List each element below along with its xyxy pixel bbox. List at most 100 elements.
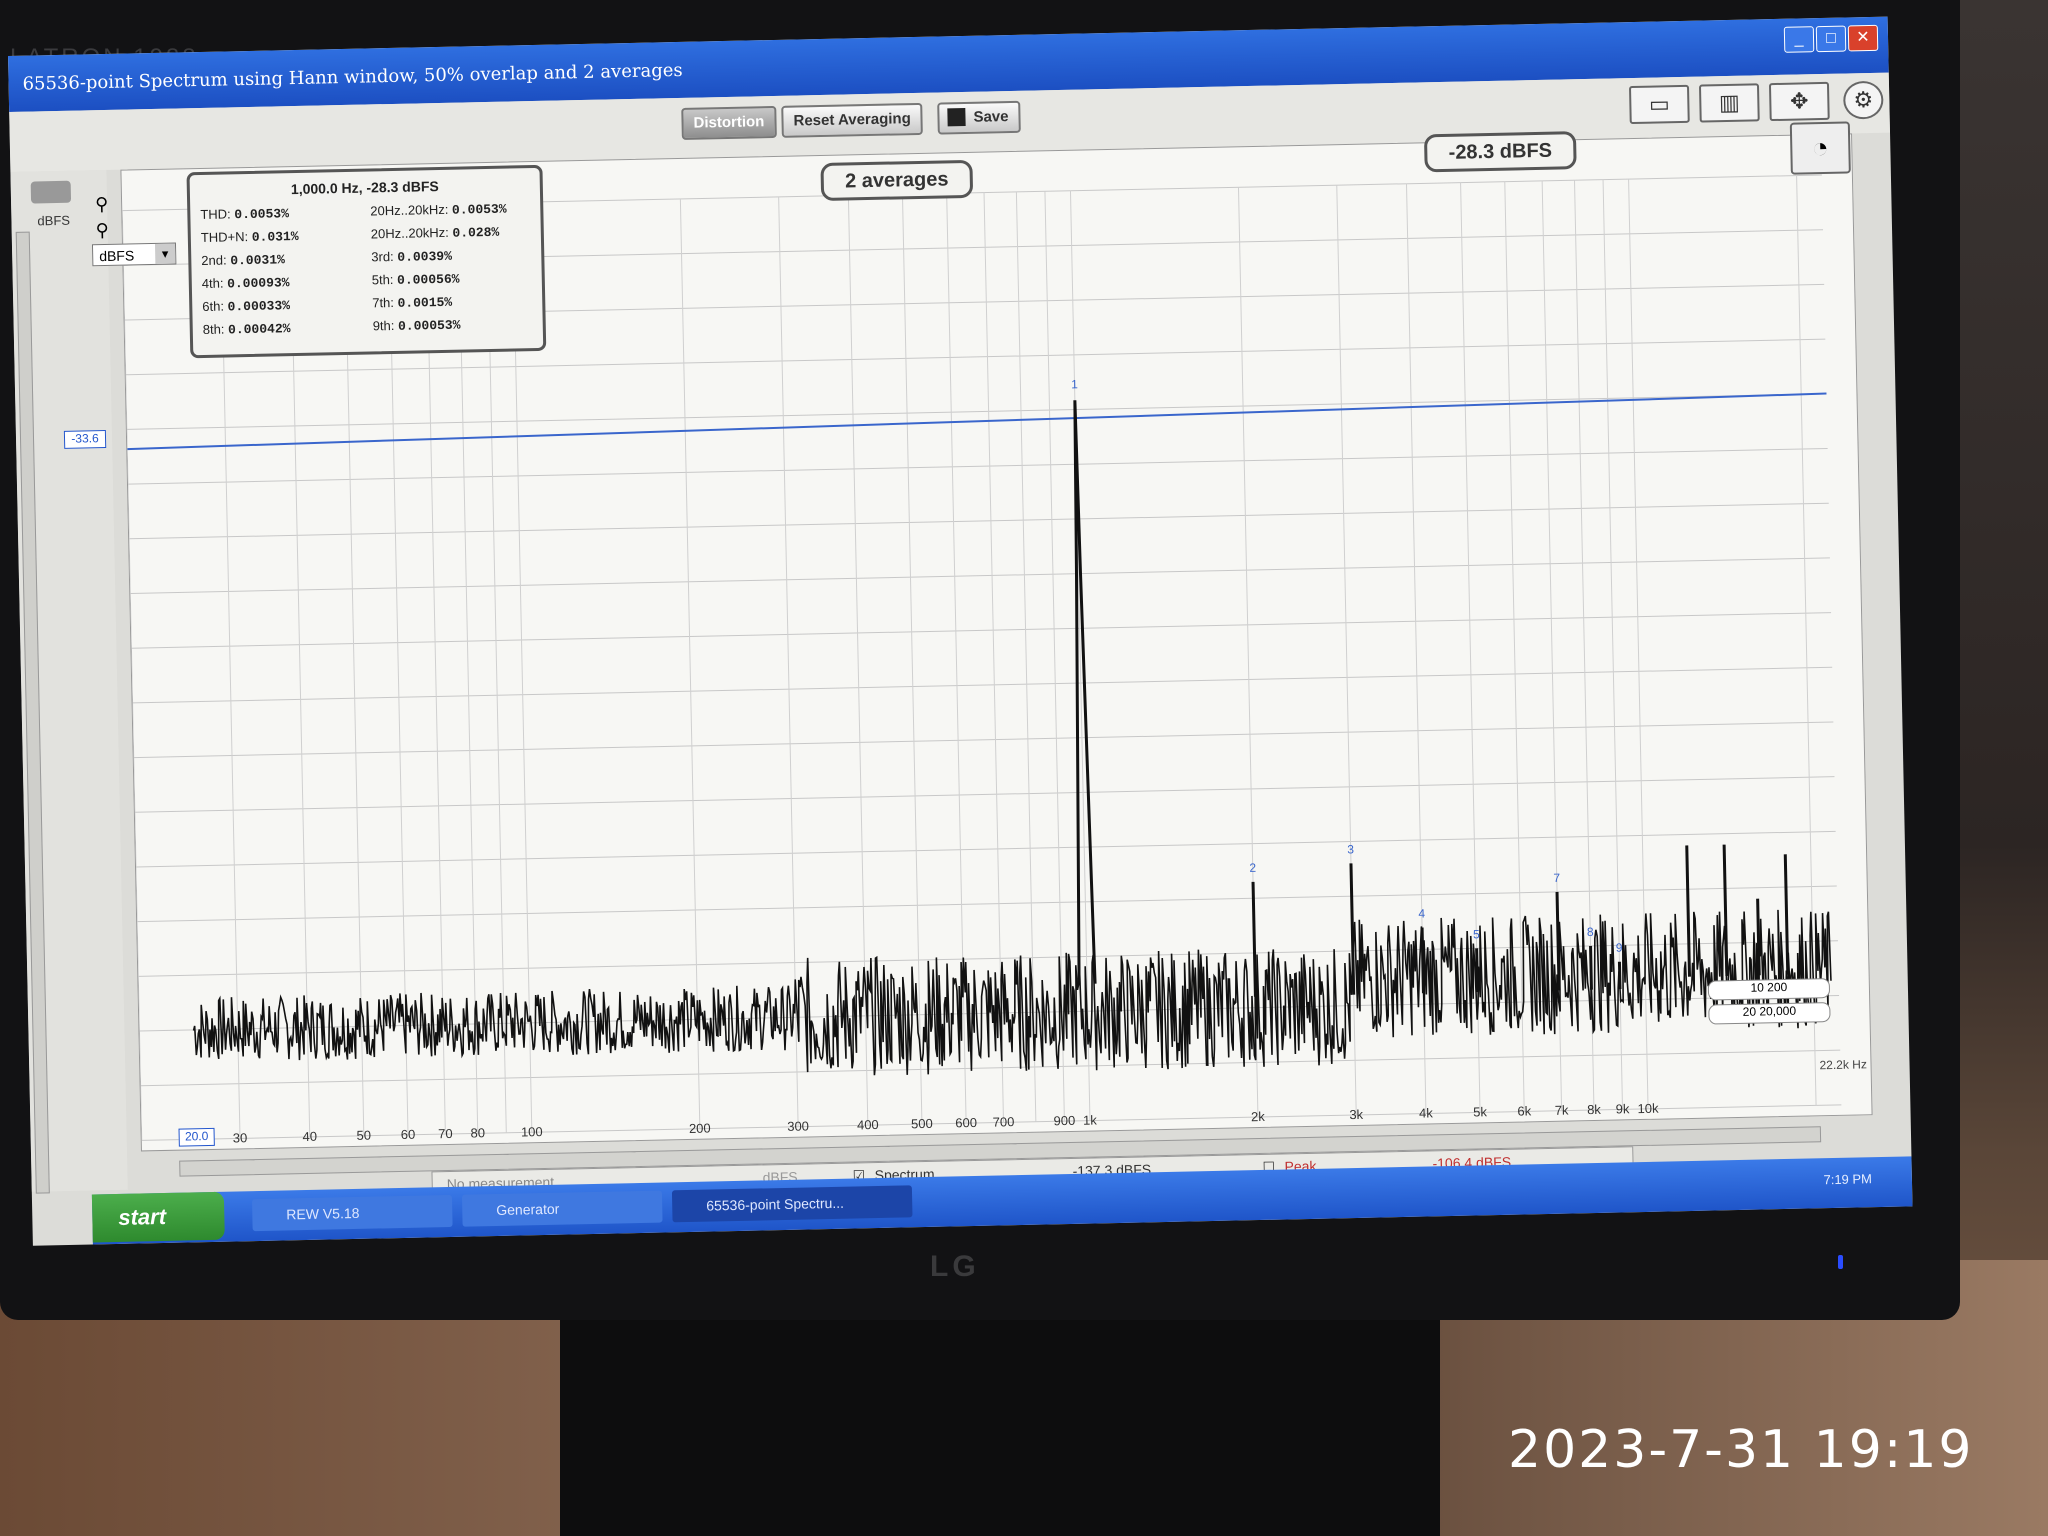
spur-peak bbox=[1756, 898, 1761, 976]
info-row-left: THD: 0.0053% bbox=[200, 206, 290, 223]
zoom-in-icon[interactable]: ⚲ bbox=[95, 194, 109, 215]
save-button[interactable]: Save bbox=[937, 100, 1021, 135]
info-value: 0.00053% bbox=[397, 317, 461, 334]
y-gridline bbox=[127, 448, 1828, 485]
y-tick-label: -40 bbox=[121, 476, 122, 492]
info-value: 0.0053% bbox=[234, 206, 290, 223]
y-gridline bbox=[126, 393, 1827, 430]
monitor-brand-logo: LG bbox=[930, 1250, 980, 1283]
info-row-right: 20Hz..20kHz: 0.028% bbox=[370, 224, 500, 242]
spur-peak bbox=[1685, 845, 1692, 977]
info-row-left: 4th: 0.00093% bbox=[201, 275, 290, 292]
harmonic-label: 3 bbox=[1347, 842, 1354, 856]
harmonic-peak bbox=[1617, 961, 1622, 990]
info-row-right: 3rd: 0.0039% bbox=[371, 248, 453, 265]
unit-select[interactable]: dBFS ▼ bbox=[91, 242, 177, 267]
task-rew[interactable]: REW V5.18 bbox=[251, 1194, 453, 1232]
unit-select-value: dBFS bbox=[99, 247, 135, 265]
y-tick-label: -100 bbox=[121, 804, 129, 821]
start-button[interactable]: start bbox=[91, 1191, 225, 1243]
info-row-left: 2nd: 0.0031% bbox=[201, 252, 286, 269]
left-controls: dBFS bbox=[10, 169, 128, 1194]
info-row-right: 5th: 0.00056% bbox=[371, 271, 460, 288]
close-button[interactable]: ✕ bbox=[1847, 24, 1879, 52]
screen: 65536-point Spectrum using Hann window, … bbox=[8, 16, 1913, 1246]
save-icon bbox=[947, 107, 966, 127]
y-tick-label: -50 bbox=[121, 531, 123, 547]
info-row-left: 8th: 0.00042% bbox=[202, 321, 291, 338]
y-tick-label: -80 bbox=[121, 695, 127, 711]
x-tick-label: 300 bbox=[787, 1118, 809, 1133]
x-gridline bbox=[121, 210, 143, 1141]
info-value: 0.0015% bbox=[397, 294, 453, 311]
taskbar-clock: 7:19 PM bbox=[1823, 1171, 1873, 1188]
x-tick-label: 1k bbox=[1083, 1112, 1098, 1127]
distortion-button[interactable]: Distortion bbox=[681, 105, 777, 140]
harmonic-peak bbox=[1589, 945, 1593, 990]
range-button-1[interactable]: 10 200 bbox=[1707, 978, 1831, 1001]
x-gridline bbox=[1044, 191, 1065, 1122]
info-value: 0.0039% bbox=[397, 248, 453, 265]
save-label: Save bbox=[973, 108, 1009, 126]
x-tick-label: 3k bbox=[1349, 1107, 1364, 1122]
info-value: 0.028% bbox=[452, 224, 500, 241]
x-tick-label: 2k bbox=[1251, 1109, 1266, 1124]
info-row-right: 20Hz..20kHz: 0.0053% bbox=[370, 201, 507, 219]
zoom-out-icon[interactable]: ⚲ bbox=[95, 220, 109, 241]
info-value: 0.00033% bbox=[227, 298, 291, 315]
info-value: 0.031% bbox=[251, 228, 299, 245]
y-gridline bbox=[140, 1049, 1841, 1087]
x-tick-label: 500 bbox=[911, 1116, 933, 1131]
maximize-button[interactable]: □ bbox=[1815, 25, 1847, 53]
freq-start-readout[interactable]: 20.0 bbox=[178, 1127, 215, 1147]
harmonic-label: 5 bbox=[1473, 927, 1480, 941]
harmonic-label: 1 bbox=[1071, 377, 1078, 391]
info-value: 0.00093% bbox=[226, 275, 290, 292]
y-tick-label: -90 bbox=[121, 750, 128, 766]
x-tick-label: 700 bbox=[992, 1114, 1014, 1129]
x-tick-label: 200 bbox=[689, 1121, 711, 1136]
photo-timestamp: 2023-7-31 19:19 bbox=[1508, 1420, 1974, 1480]
x-tick-label: 900 bbox=[1053, 1113, 1075, 1128]
reset-averaging-button[interactable]: Reset Averaging bbox=[781, 102, 924, 138]
cursor-level-readout[interactable]: -33.6 bbox=[63, 430, 107, 449]
screen-layout-icon[interactable]: ▭ bbox=[1628, 84, 1690, 125]
chevron-down-icon[interactable]: ▼ bbox=[154, 243, 176, 264]
info-value: 0.00042% bbox=[227, 321, 291, 338]
x-tick-label: 60 bbox=[401, 1127, 416, 1142]
averages-badge: 2 averages bbox=[820, 159, 974, 202]
spur-peak bbox=[1783, 854, 1790, 975]
task-generator[interactable]: Generator bbox=[461, 1190, 663, 1227]
y-gridline bbox=[130, 557, 1830, 594]
harmonic-label: 4 bbox=[1418, 907, 1425, 921]
x-tick-label: 400 bbox=[857, 1117, 879, 1132]
info-value: 0.00056% bbox=[396, 271, 460, 288]
harmonic-peak bbox=[1475, 948, 1480, 993]
distortion-info-panel: 1,000.0 Hz, -28.3 dBFS THD: 0.0053% 20Hz.… bbox=[186, 164, 547, 359]
x-tick-label: 50 bbox=[356, 1128, 371, 1143]
harmonic-label: 9 bbox=[1616, 941, 1623, 955]
x-tick-label: 9k bbox=[1615, 1101, 1630, 1116]
y-gridline bbox=[131, 612, 1832, 649]
x-tick-label: 600 bbox=[955, 1115, 977, 1130]
resize-arrows-icon[interactable]: ✥ bbox=[1768, 81, 1830, 122]
minimize-button[interactable]: _ bbox=[1783, 26, 1815, 53]
x-tick-label: 10k bbox=[1637, 1101, 1659, 1116]
range-button-2[interactable]: 20 20,000 bbox=[1708, 1002, 1831, 1025]
graph-cursor-icon[interactable]: ◔ bbox=[1789, 121, 1851, 175]
y-gridline bbox=[137, 885, 1837, 923]
y-gridline bbox=[134, 776, 1835, 813]
harmonic-label: 8 bbox=[1587, 925, 1594, 939]
camera-icon[interactable] bbox=[30, 180, 72, 204]
x-tick-label: 4k bbox=[1419, 1105, 1434, 1120]
info-row-right: 7th: 0.0015% bbox=[372, 294, 453, 311]
vertical-scrollbar[interactable] bbox=[15, 231, 50, 1194]
info-row-right: 9th: 0.00053% bbox=[372, 317, 461, 334]
y-gridline bbox=[132, 666, 1833, 704]
x-tick-label: 80 bbox=[470, 1125, 485, 1140]
columns-icon[interactable]: ▥ bbox=[1698, 83, 1760, 123]
harmonic-label: 7 bbox=[1553, 871, 1560, 885]
task-spectrum[interactable]: 65536-point Spectru... bbox=[671, 1185, 913, 1223]
x-gridline bbox=[679, 198, 701, 1129]
harmonic-peak bbox=[1251, 881, 1257, 997]
